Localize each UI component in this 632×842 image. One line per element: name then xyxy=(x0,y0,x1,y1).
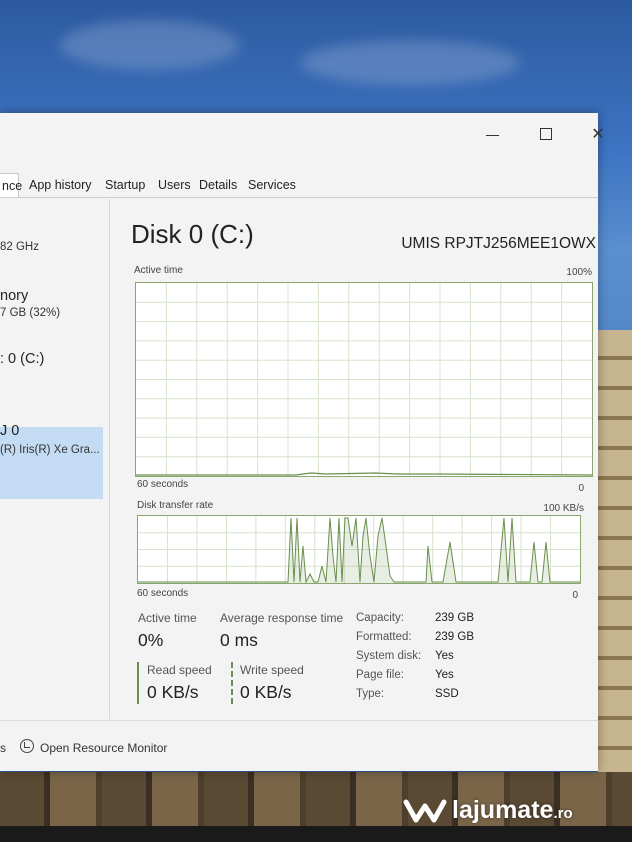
footer-divider xyxy=(0,720,598,721)
watermark-text: lajumate xyxy=(452,796,554,824)
desktop-background xyxy=(598,330,632,800)
transfer-graph-time: 60 seconds xyxy=(137,588,189,599)
resource-sidebar: 82 GHz nory 7 GB (32%) : 0 (C:) J 0 (R) … xyxy=(0,199,104,719)
watermark-logo-icon xyxy=(403,799,447,823)
sidebar-item-gpu-sub[interactable]: (R) Iris(R) Xe Gra... xyxy=(0,444,100,456)
close-button[interactable]: ✕ xyxy=(588,125,608,145)
tab-divider xyxy=(0,197,598,198)
transfer-graph-label: Disk transfer rate xyxy=(137,500,214,511)
tab-app-history[interactable]: App history xyxy=(26,173,95,197)
tab-users[interactable]: Users xyxy=(155,173,194,197)
open-resource-monitor-link[interactable]: Open Resource Monitor xyxy=(40,741,167,755)
active-time-graph xyxy=(135,282,593,477)
active-time-graph-min: 0 xyxy=(578,483,584,494)
capacity-label: Capacity: xyxy=(356,612,404,624)
write-speed-label: Write speed xyxy=(240,663,304,677)
type-value: SSD xyxy=(435,688,459,700)
formatted-value: 239 GB xyxy=(435,631,474,643)
write-speed-marker xyxy=(231,662,233,704)
maximize-icon xyxy=(540,128,552,140)
cloud xyxy=(300,40,520,85)
tab-details[interactable]: Details xyxy=(196,173,240,197)
watermark: lajumate.ro xyxy=(452,796,573,825)
tab-startup[interactable]: Startup xyxy=(102,173,148,197)
avg-response-value: 0 ms xyxy=(220,630,258,650)
transfer-rate-graph xyxy=(137,515,581,584)
close-icon: ✕ xyxy=(591,126,605,143)
resource-monitor-icon[interactable] xyxy=(20,739,34,753)
active-time-graph-max: 100% xyxy=(566,267,592,278)
tab-bar: nce App history Startup Users Details Se… xyxy=(0,173,598,197)
active-time-value: 0% xyxy=(138,630,164,650)
minimize-button[interactable] xyxy=(483,125,503,145)
title-bar[interactable]: ✕ xyxy=(0,113,605,157)
capacity-value: 239 GB xyxy=(435,612,474,624)
transfer-graph-max: 100 KB/s xyxy=(543,503,584,514)
active-time-label: Active time xyxy=(138,611,197,625)
tab-performance[interactable]: nce xyxy=(0,173,22,197)
formatted-label: Formatted: xyxy=(356,631,412,643)
sidebar-item-cpu-sub[interactable]: 82 GHz xyxy=(0,241,39,253)
page-file-value: Yes xyxy=(435,669,454,681)
task-manager-window: ✕ nce App history Startup Users Details … xyxy=(0,113,605,771)
minimize-icon xyxy=(486,135,499,136)
write-speed-value: 0 KB/s xyxy=(240,682,292,702)
taskbar-edge xyxy=(0,826,632,842)
disk-model: UMIS RPJTJ256MEE1OWX xyxy=(401,235,596,252)
sidebar-item-gpu-title[interactable]: J 0 xyxy=(0,423,19,439)
disk-detail-panel: Disk 0 (C:) UMIS RPJTJ256MEE1OWX Active … xyxy=(110,199,598,719)
read-speed-label: Read speed xyxy=(147,663,212,677)
type-label: Type: xyxy=(356,688,385,700)
read-speed-marker xyxy=(137,662,139,704)
page-file-label: Page file: xyxy=(356,669,404,681)
page-title: Disk 0 (C:) xyxy=(131,219,254,249)
fewer-details-link[interactable]: s xyxy=(0,741,6,755)
maximize-button[interactable] xyxy=(537,125,557,145)
sidebar-item-disk-title[interactable]: : 0 (C:) xyxy=(0,351,44,367)
active-time-trace xyxy=(136,472,592,476)
system-disk-label: System disk: xyxy=(356,650,422,662)
read-speed-value: 0 KB/s xyxy=(147,682,199,702)
active-time-graph-svg xyxy=(136,283,592,476)
active-time-graph-time: 60 seconds xyxy=(137,479,189,490)
transfer-graph-min: 0 xyxy=(572,590,578,601)
watermark-suffix: .ro xyxy=(553,805,573,822)
sidebar-item-memory-title[interactable]: nory xyxy=(0,288,28,304)
avg-response-label: Average response time xyxy=(220,611,344,625)
tab-services[interactable]: Services xyxy=(245,173,299,197)
active-time-graph-label: Active time xyxy=(134,265,183,276)
transfer-rate-graph-svg xyxy=(138,516,580,583)
sidebar-item-memory-sub[interactable]: 7 GB (32%) xyxy=(0,307,60,319)
system-disk-value: Yes xyxy=(435,650,454,662)
cloud xyxy=(60,20,240,70)
